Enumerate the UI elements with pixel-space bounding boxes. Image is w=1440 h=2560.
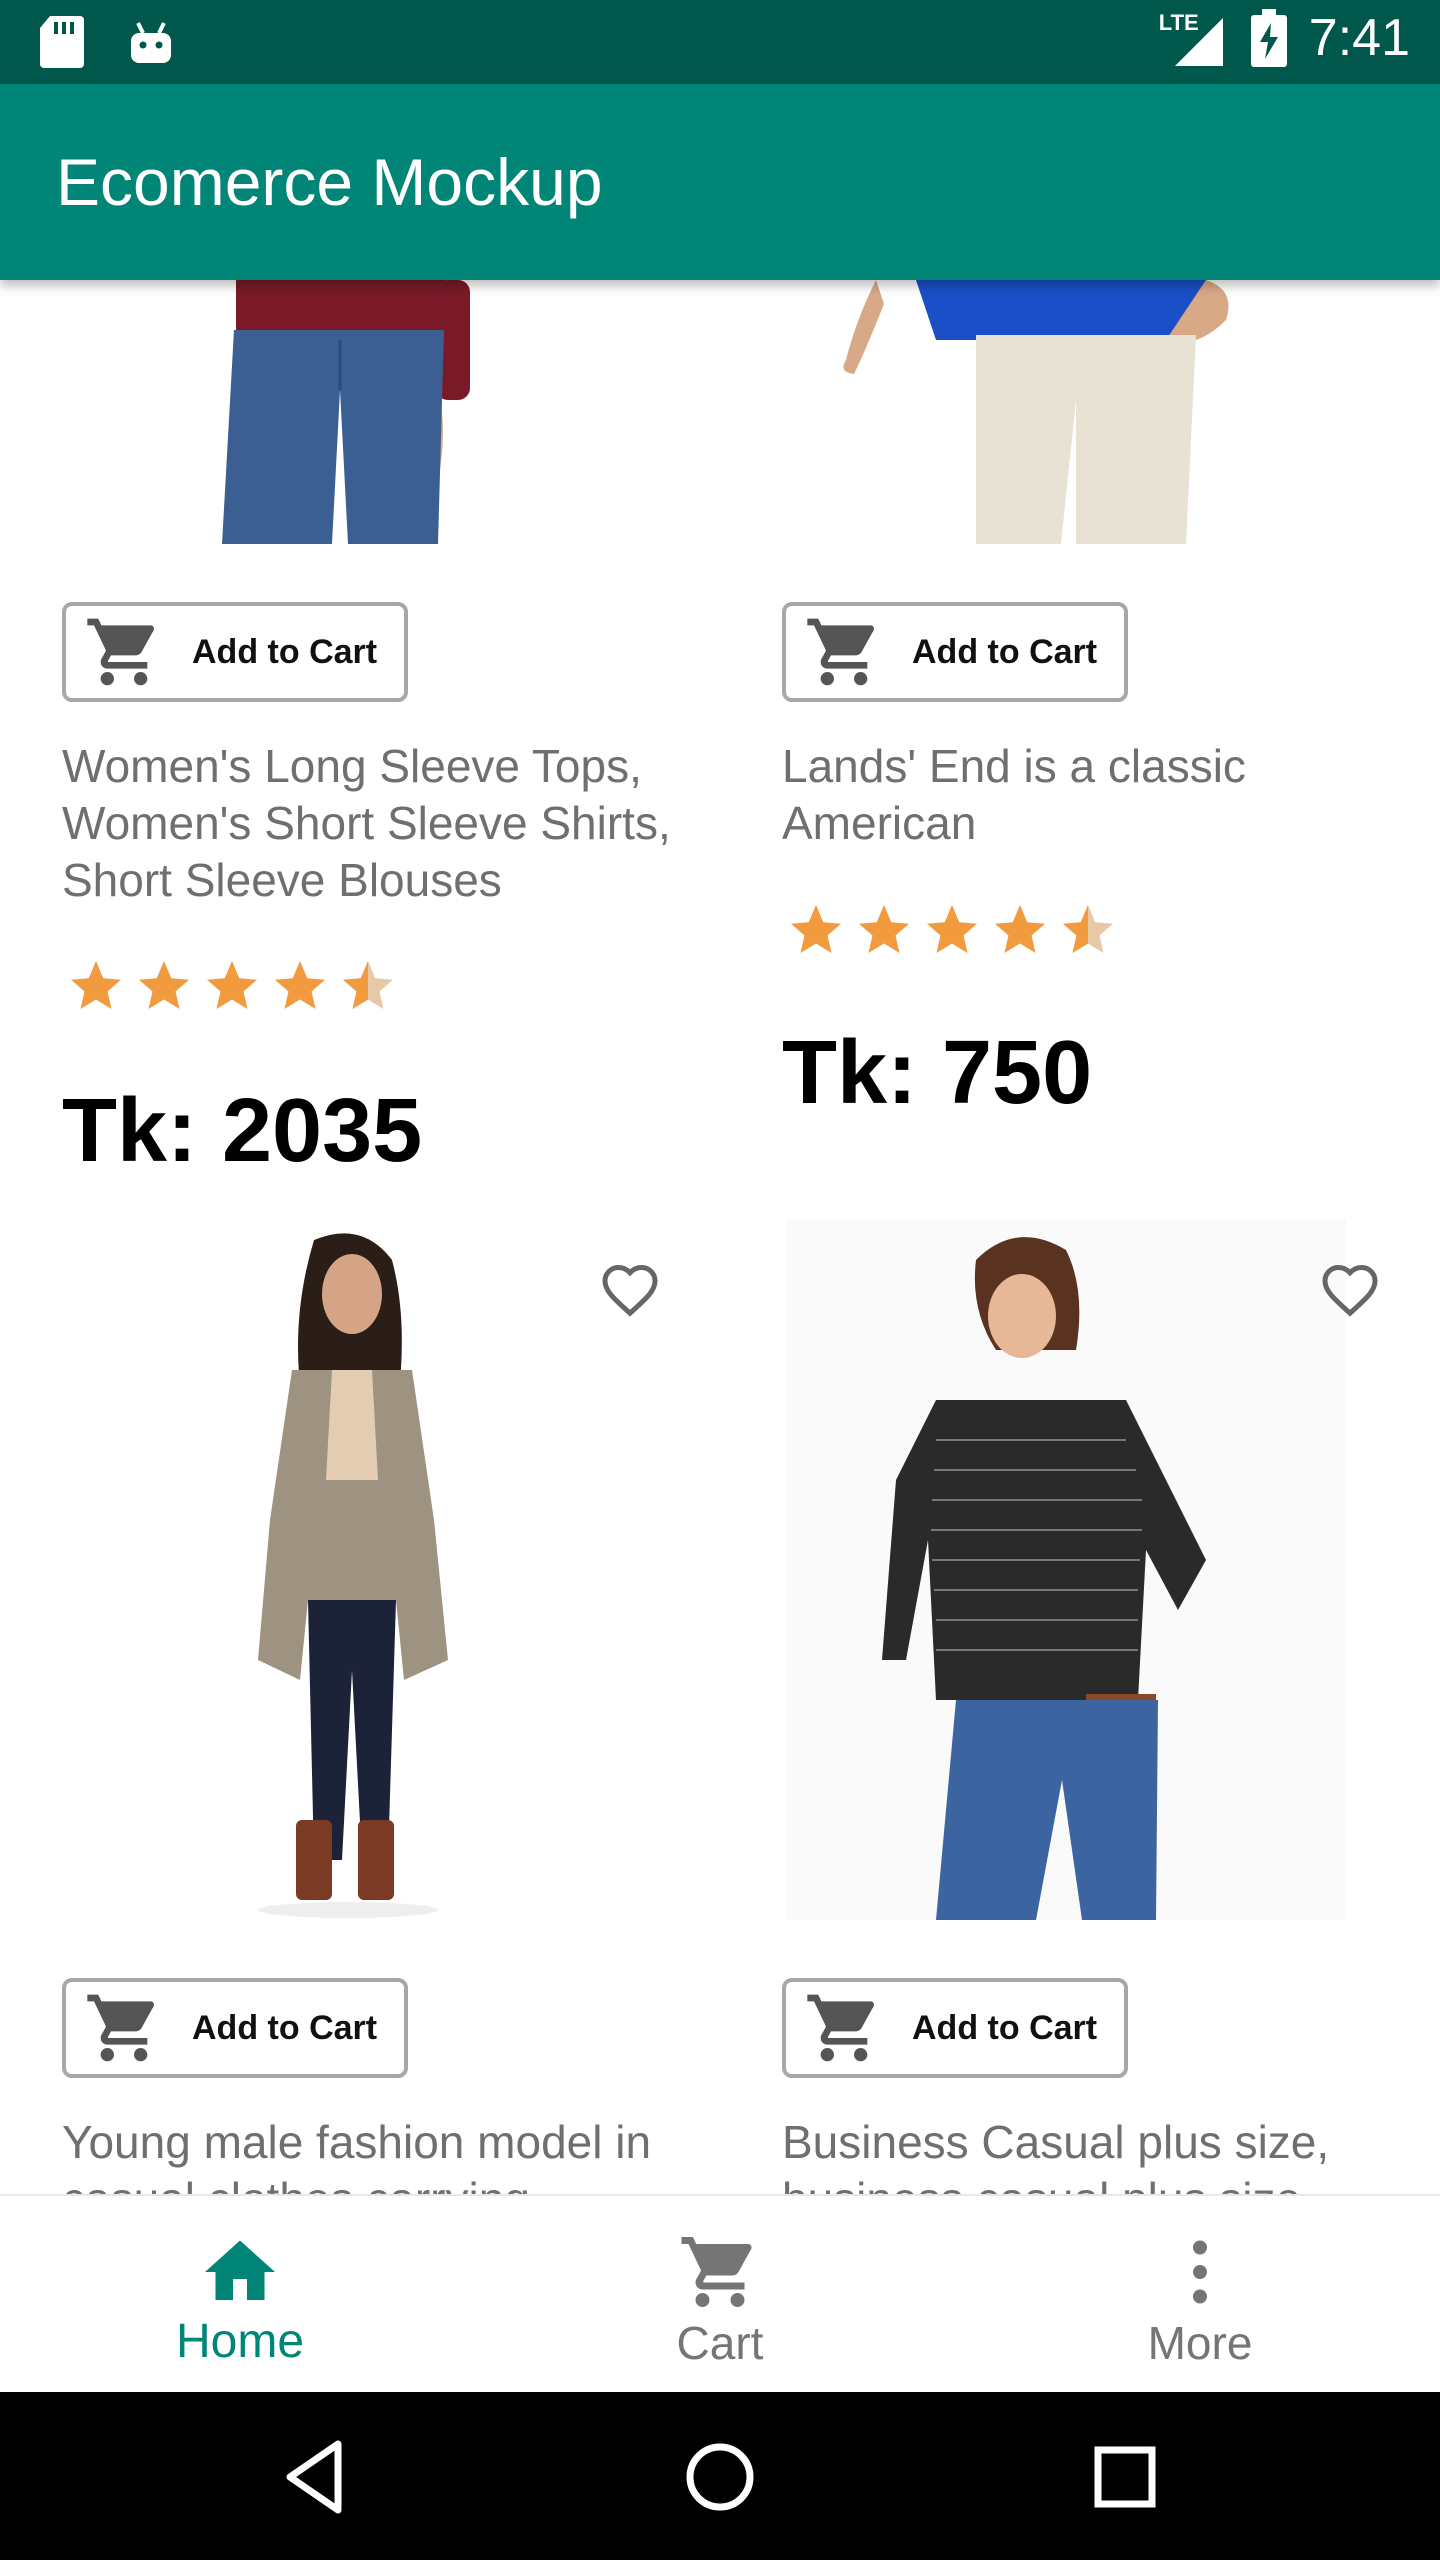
product-price: Tk: 750 (782, 1023, 1093, 1123)
add-to-cart-button[interactable]: Add to Cart (62, 1978, 408, 2078)
cart-icon (681, 2237, 752, 2307)
app-title: Ecomerce Mockup (56, 145, 603, 219)
rating-stars (66, 956, 398, 1016)
product-description: Lands' End is a classic American (782, 740, 1246, 849)
cart-icon (87, 1994, 155, 2062)
star-icon (71, 961, 121, 1009)
clock: 7:41 (1308, 9, 1410, 67)
product-description: Business Casual plus size, business casu… (782, 2116, 1330, 2194)
half-star-icon (343, 961, 393, 1009)
nav-home[interactable]: Home (0, 2196, 480, 2394)
nav-cart[interactable]: Cart (480, 2196, 960, 2394)
nav-more-label: More (1147, 2317, 1253, 2369)
product-price: Tk: 2035 (62, 1081, 423, 1181)
product-description: Women's Long Sleeve Tops, Women's Short … (62, 740, 671, 906)
product-image[interactable] (56, 280, 676, 544)
nav-home-label: Home (175, 2315, 305, 2368)
star-icon (927, 905, 977, 953)
star-icon (995, 905, 1045, 953)
cart-icon (87, 618, 155, 686)
status-bar: LTE 7:41 (0, 0, 1440, 84)
nav-cart-label: Cart (676, 2317, 764, 2369)
home-circle-icon[interactable] (675, 2432, 765, 2522)
system-navigation-bar (0, 2392, 1440, 2560)
favorite-heart-icon[interactable] (598, 1262, 662, 1322)
more-vertical-icon (1193, 2240, 1207, 2304)
half-star-icon (1063, 905, 1113, 953)
bottom-navigation: Home Cart More (0, 2194, 1440, 2394)
star-icon (207, 961, 257, 1009)
recents-square-icon[interactable] (1080, 2432, 1170, 2522)
home-icon (205, 2240, 275, 2300)
add-to-cart-label: Add to Cart (912, 632, 1098, 671)
lte-signal-icon: LTE (1159, 6, 1229, 70)
product-image[interactable] (776, 280, 1396, 544)
sd-card-icon (40, 16, 84, 68)
star-icon (791, 905, 841, 953)
star-icon (275, 961, 325, 1009)
app-bar: Ecomerce Mockup (0, 84, 1440, 280)
star-icon (859, 905, 909, 953)
cart-icon (807, 1994, 875, 2062)
product-grid[interactable]: Add to Cart Women's Long Sleeve Tops, Wo… (0, 280, 1440, 2194)
favorite-heart-icon[interactable] (1318, 1262, 1382, 1322)
battery-charging-icon (1250, 9, 1287, 67)
back-icon[interactable] (270, 2432, 360, 2522)
add-to-cart-label: Add to Cart (192, 2008, 378, 2047)
nav-more[interactable]: More (960, 2196, 1440, 2394)
product-image[interactable] (56, 1220, 676, 1920)
add-to-cart-label: Add to Cart (192, 632, 378, 671)
add-to-cart-button[interactable]: Add to Cart (62, 602, 408, 702)
add-to-cart-button[interactable]: Add to Cart (782, 602, 1128, 702)
product-image[interactable] (786, 1220, 1346, 1920)
product-description: Young male fashion model in casual cloth… (62, 2116, 652, 2194)
rating-stars (786, 900, 1118, 960)
star-icon (139, 961, 189, 1009)
add-to-cart-button[interactable]: Add to Cart (782, 1978, 1128, 2078)
android-icon (131, 22, 171, 63)
add-to-cart-label: Add to Cart (912, 2008, 1098, 2047)
cart-icon (807, 618, 875, 686)
